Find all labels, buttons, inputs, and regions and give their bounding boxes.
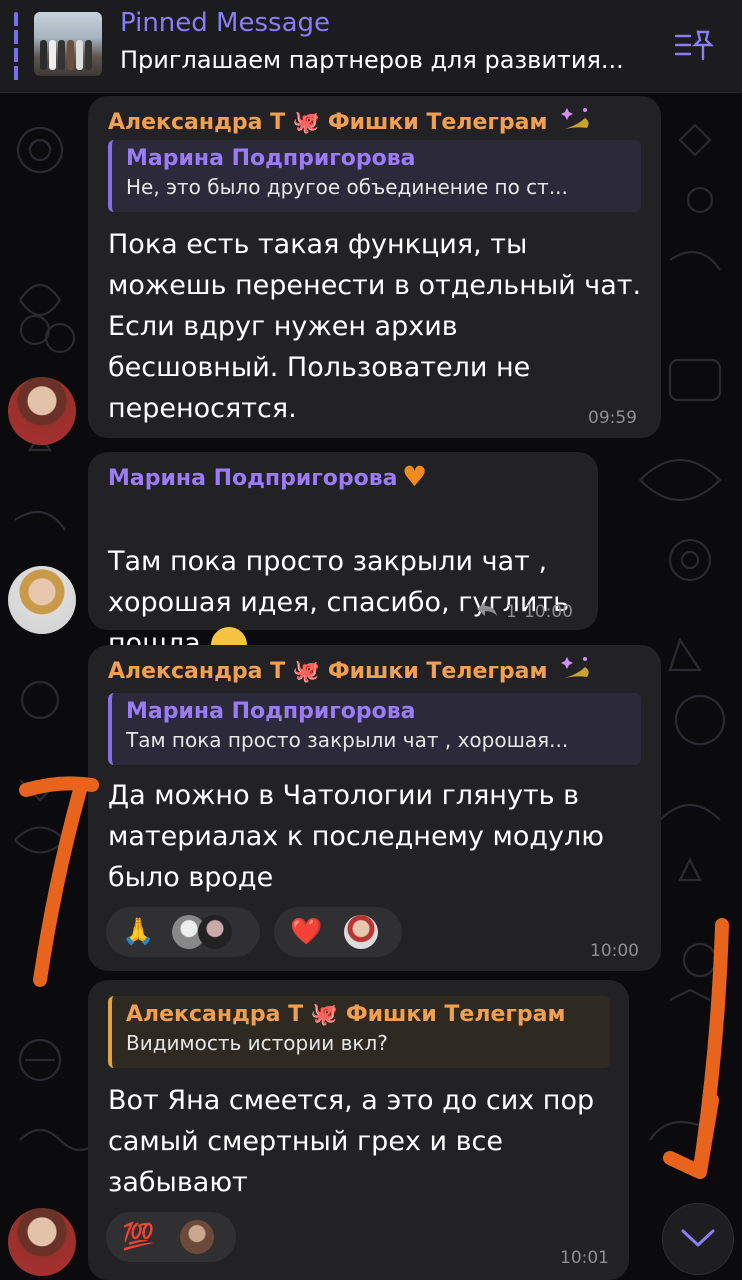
message-time: 09:59 — [588, 408, 637, 428]
reactor-avatar — [344, 915, 378, 949]
reply-preview[interactable]: Марина Подпригорова Не, это было другое … — [108, 140, 641, 212]
orange-heart-icon: ♥ — [402, 460, 428, 493]
reply-sender: Марина Подпригорова — [126, 699, 416, 724]
sender-name[interactable]: Марина Подпригорова — [108, 466, 398, 491]
reaction-emoji: ❤️ — [290, 917, 323, 947]
reaction-pill[interactable]: 🙏 — [106, 907, 260, 957]
message-text-content: Там пока просто закрыли чат , хорошая ид… — [108, 546, 570, 659]
reply-text: Там пока просто закрыли чат , хорошая... — [126, 728, 569, 752]
magic-lamp-icon — [561, 657, 589, 679]
avatar[interactable] — [8, 1208, 76, 1276]
reactor-avatar — [198, 915, 232, 949]
message-time: 10:00 — [590, 941, 639, 961]
message-time: 10:01 — [560, 1248, 609, 1268]
message-text: Пока есть такая функция, ты можешь перен… — [108, 229, 642, 424]
message-text: Да можно в Чатологии глянуть в материала… — [108, 780, 605, 893]
reactor-avatar — [180, 1220, 214, 1254]
magic-lamp-icon — [561, 108, 589, 130]
message-bubble[interactable]: Александра Т 🐙 Фишки Телеграм Видимость … — [88, 980, 629, 1280]
reply-text: Не, это было другое объединение по ст... — [126, 175, 568, 199]
pinned-list-icon[interactable] — [672, 26, 714, 64]
reaction-emoji: 🙏 — [122, 917, 155, 947]
reply-count: 1 — [506, 602, 517, 622]
message-bubble[interactable]: Александра Т 🐙 Фишки Телеграм Марина Под… — [88, 645, 661, 971]
reply-text: Видимость истории вкл? — [126, 1031, 388, 1055]
message-time: 10:00 — [524, 602, 573, 622]
reply-sender: Александра Т 🐙 Фишки Телеграм — [126, 1002, 566, 1027]
pinned-indicator — [14, 12, 18, 82]
avatar[interactable] — [8, 566, 76, 634]
reply-sender: Марина Подпригорова — [126, 146, 416, 171]
message-text: Там пока просто закрыли чат , хорошая ид… — [108, 500, 569, 664]
scroll-down-button[interactable] — [662, 1203, 734, 1275]
sender-name[interactable]: Александра Т 🐙 Фишки Телеграм — [108, 110, 547, 135]
sender-name[interactable]: Александра Т 🐙 Фишки Телеграм — [108, 659, 547, 684]
avatar[interactable] — [8, 377, 76, 445]
message-text: Вот Яна смеется, а это до сих пор самый … — [108, 1085, 595, 1198]
message-bubble[interactable]: Александра Т 🐙 Фишки Телеграм Марина Под… — [88, 96, 661, 438]
reaction-emoji: 💯 — [122, 1222, 155, 1252]
reaction-pill[interactable]: ❤️ — [274, 907, 402, 957]
chevron-down-icon — [681, 1229, 715, 1247]
reply-preview[interactable]: Александра Т 🐙 Фишки Телеграм Видимость … — [108, 996, 610, 1068]
pinned-thumbnail — [34, 12, 102, 76]
message-bubble[interactable]: Марина Подпригорова ♥ Там пока просто за… — [88, 452, 598, 663]
pinned-text: Приглашаем партнеров для развития... — [120, 46, 624, 74]
reply-arrow-icon — [477, 602, 497, 616]
pinned-message-bar[interactable]: Pinned Message Приглашаем партнеров для … — [0, 0, 742, 93]
reaction-pill[interactable]: 💯 — [106, 1212, 236, 1262]
reply-preview[interactable]: Марина Подпригорова Там пока просто закр… — [108, 693, 641, 765]
pinned-title: Pinned Message — [120, 8, 331, 38]
